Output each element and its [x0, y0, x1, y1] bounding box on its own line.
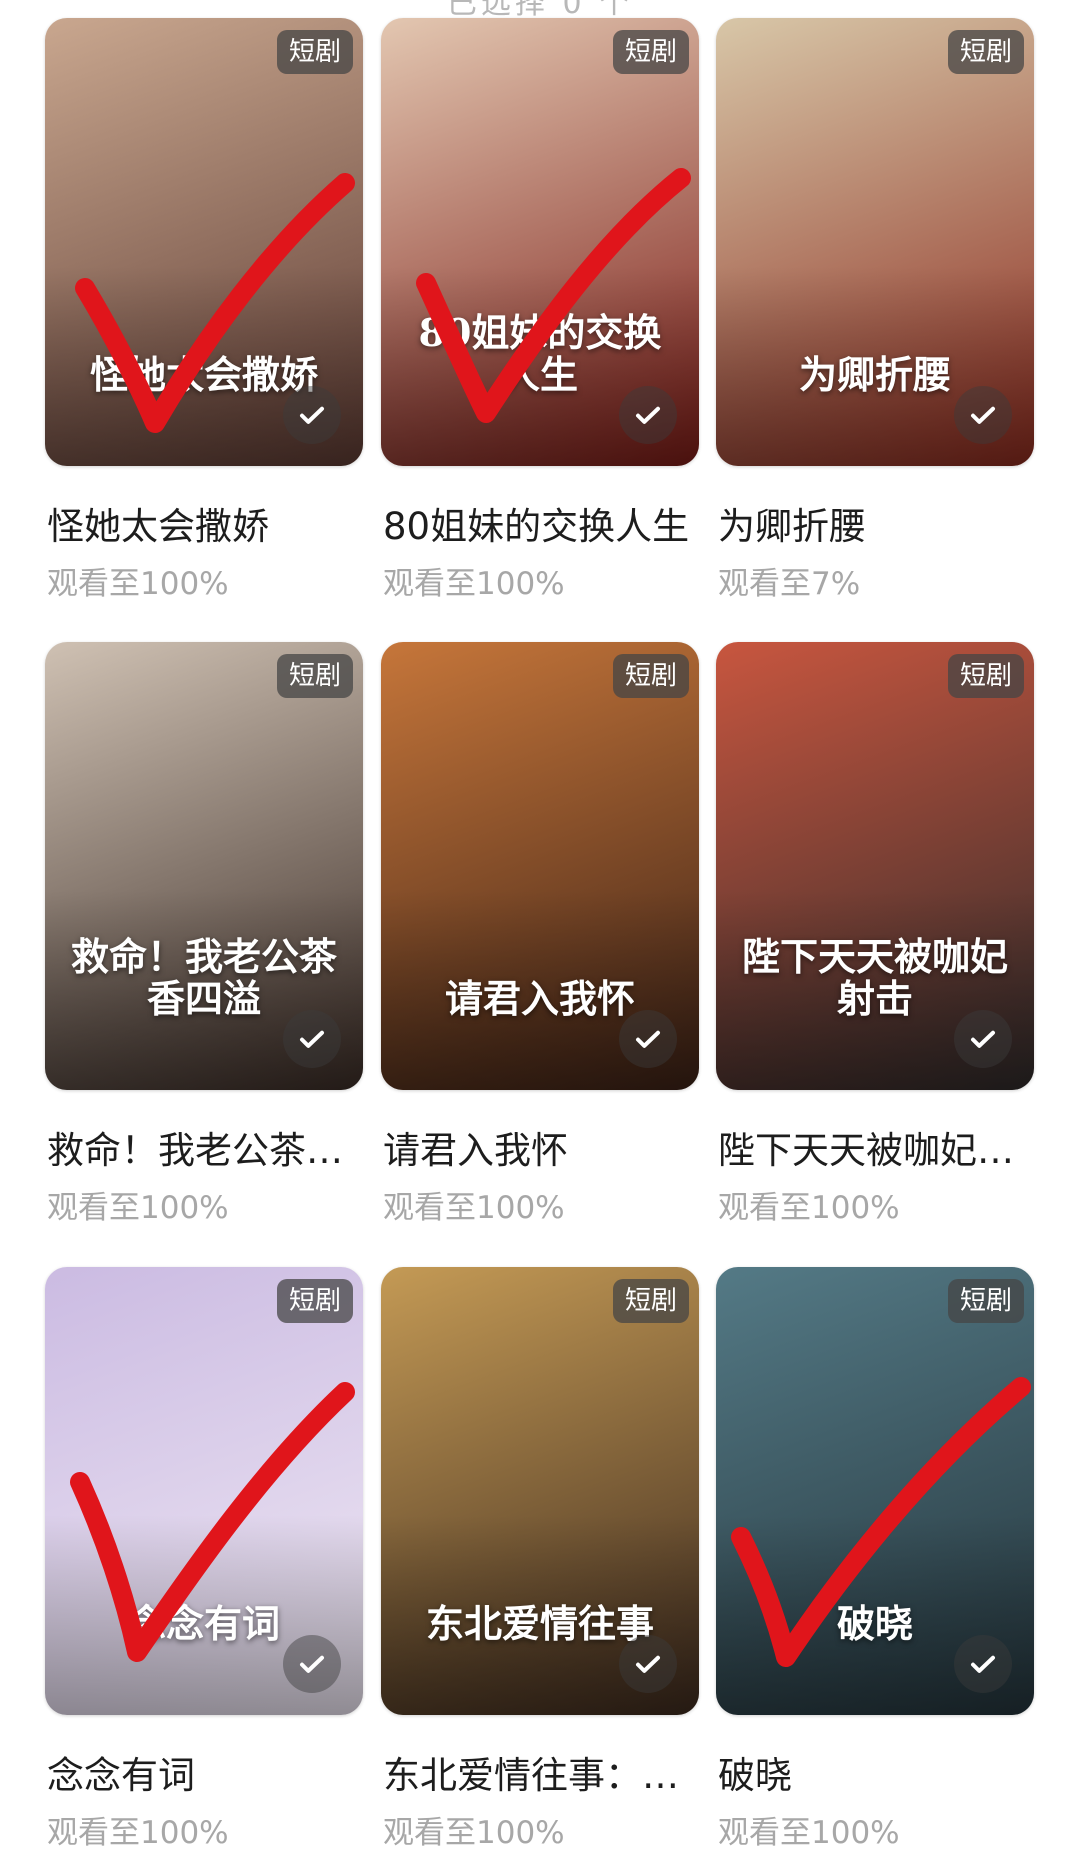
watch-progress: 观看至100%	[47, 566, 229, 602]
poster-image[interactable]: 破晓 短剧	[716, 1267, 1034, 1715]
watch-progress: 观看至100%	[383, 1815, 565, 1851]
select-checkbox[interactable]	[619, 1010, 677, 1068]
drama-title: 救命！我老公茶香四溢	[47, 1129, 363, 1172]
watch-progress: 观看至100%	[47, 1190, 229, 1226]
short-drama-badge: 短剧	[276, 30, 353, 74]
checkmark-icon	[971, 1030, 995, 1048]
short-drama-badge: 短剧	[276, 1279, 353, 1323]
checkmark-icon	[300, 1655, 324, 1673]
drama-card-5[interactable]: 请君入我怀 短剧 请君入我怀 观看至100%	[381, 642, 699, 1226]
short-drama-badge: 短剧	[947, 1279, 1024, 1323]
short-drama-badge: 短剧	[612, 30, 689, 74]
checkmark-icon	[971, 406, 995, 424]
select-checkbox[interactable]	[283, 1010, 341, 1068]
checkmark-icon	[300, 406, 324, 424]
watch-progress: 观看至100%	[718, 1190, 900, 1226]
poster-image[interactable]: 80姐妹的交换人生 短剧	[381, 18, 699, 466]
drama-title: 请君入我怀	[383, 1129, 568, 1172]
select-checkbox[interactable]	[619, 386, 677, 444]
watch-progress: 观看至100%	[383, 1190, 565, 1226]
drama-card-2[interactable]: 80姐妹的交换人生 短剧 80姐妹的交换人生 观看至100%	[381, 18, 699, 602]
drama-card-8[interactable]: 东北爱情往事 短剧 东北爱情往事：闪婚玫瑰 观看至100%	[381, 1267, 699, 1851]
poster-title-art: 80姐妹的交换人生	[418, 310, 662, 398]
checkmark-icon	[636, 1030, 660, 1048]
poster-image[interactable]: 为卿折腰 短剧	[716, 18, 1034, 466]
drama-title: 陛下天天被咖妃射击	[718, 1129, 1034, 1172]
drama-card-1[interactable]: 怪她太会撒娇 短剧 怪她太会撒娇 观看至100%	[45, 18, 363, 602]
watch-progress: 观看至100%	[383, 566, 565, 602]
checkmark-icon	[636, 1655, 660, 1673]
drama-card-9[interactable]: 破晓 短剧 破晓 观看至100%	[716, 1267, 1034, 1851]
drama-card-4[interactable]: 救命！我老公茶香四溢 短剧 救命！我老公茶香四溢 观看至100%	[45, 642, 363, 1226]
short-drama-badge: 短剧	[947, 654, 1024, 698]
checkmark-icon	[971, 1655, 995, 1673]
checkmark-icon	[300, 1030, 324, 1048]
drama-card-7[interactable]: 念念有词 短剧 念念有词 观看至100%	[45, 1267, 363, 1851]
drama-title: 东北爱情往事：闪婚玫瑰	[383, 1754, 699, 1797]
select-checkbox[interactable]	[954, 386, 1012, 444]
drama-title: 破晓	[718, 1754, 792, 1797]
short-drama-badge: 短剧	[947, 30, 1024, 74]
poster-image[interactable]: 救命！我老公茶香四溢 短剧	[45, 642, 363, 1090]
drama-title: 念念有词	[47, 1754, 195, 1797]
select-checkbox[interactable]	[619, 1635, 677, 1693]
watch-progress: 观看至100%	[47, 1815, 229, 1851]
drama-card-3[interactable]: 为卿折腰 短剧 为卿折腰 观看至7%	[716, 18, 1034, 602]
short-drama-badge: 短剧	[612, 1279, 689, 1323]
drama-title: 为卿折腰	[718, 505, 866, 548]
watch-history-grid: 怪她太会撒娇 短剧 怪她太会撒娇 观看至100% 80姐妹的交换人生 短剧 80…	[0, 0, 1080, 1875]
short-drama-badge: 短剧	[276, 654, 353, 698]
select-checkbox[interactable]	[283, 386, 341, 444]
poster-image[interactable]: 陛下天天被咖妃射击 短剧	[716, 642, 1034, 1090]
poster-image[interactable]: 请君入我怀 短剧	[381, 642, 699, 1090]
watch-progress: 观看至100%	[718, 1815, 900, 1851]
select-checkbox[interactable]	[954, 1010, 1012, 1068]
drama-title: 怪她太会撒娇	[47, 505, 269, 548]
drama-title: 80姐妹的交换人生	[383, 505, 690, 548]
short-drama-badge: 短剧	[612, 654, 689, 698]
poster-image[interactable]: 念念有词 短剧	[45, 1267, 363, 1715]
watch-progress: 观看至7%	[718, 566, 861, 602]
select-checkbox[interactable]	[283, 1635, 341, 1693]
poster-title-art: 救命！我老公茶香四溢	[71, 934, 338, 1022]
poster-image[interactable]: 东北爱情往事 短剧	[381, 1267, 699, 1715]
poster-image[interactable]: 怪她太会撒娇 短剧	[45, 18, 363, 466]
poster-title-art: 陛下天天被咖妃射击	[742, 934, 1009, 1022]
checkmark-icon	[636, 406, 660, 424]
select-checkbox[interactable]	[954, 1635, 1012, 1693]
drama-card-6[interactable]: 陛下天天被咖妃射击 短剧 陛下天天被咖妃射击 观看至100%	[716, 642, 1034, 1226]
